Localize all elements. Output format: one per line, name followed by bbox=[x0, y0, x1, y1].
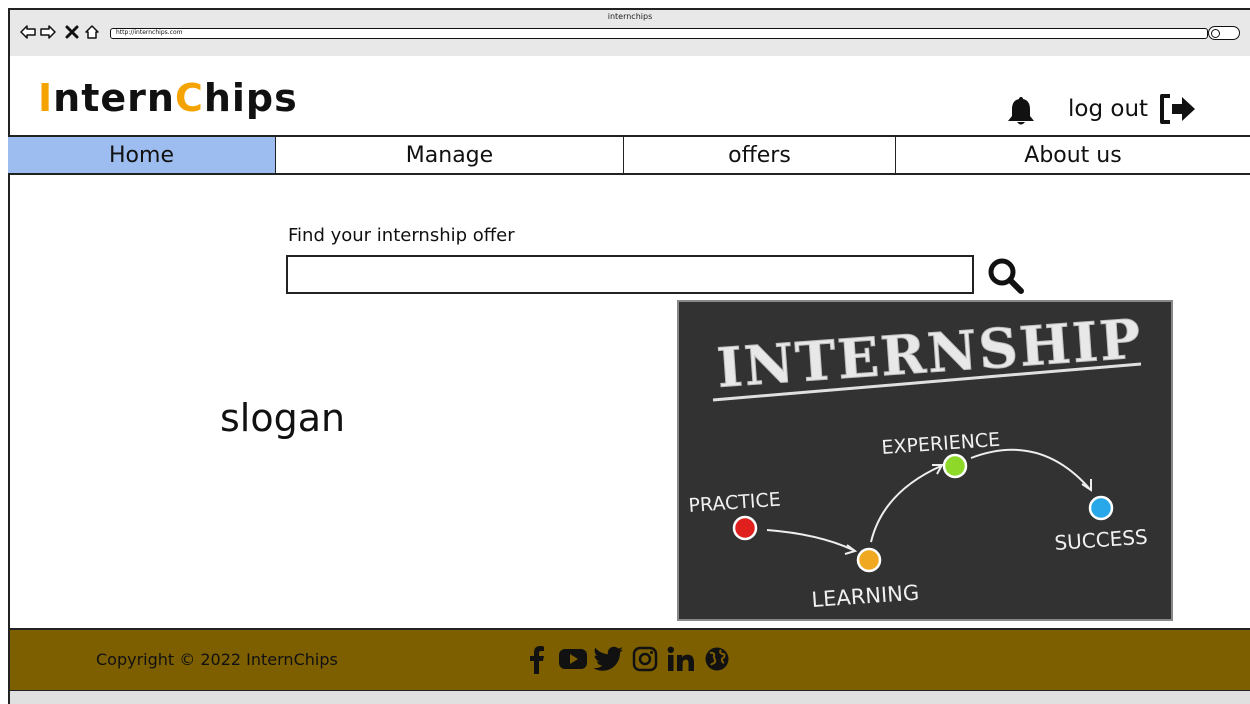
search-icon[interactable] bbox=[986, 256, 1026, 296]
learning-dot bbox=[856, 547, 882, 573]
search-label: Find your internship offer bbox=[288, 225, 515, 246]
linkedin-icon[interactable] bbox=[666, 644, 696, 674]
browser-chrome: internchips http://internchips.com bbox=[8, 8, 1250, 56]
social-links bbox=[522, 644, 732, 674]
brand-logo[interactable]: InternChips bbox=[38, 74, 298, 122]
close-icon[interactable] bbox=[64, 24, 80, 40]
twitter-icon[interactable] bbox=[594, 644, 624, 674]
back-icon[interactable] bbox=[20, 24, 36, 40]
bell-icon[interactable] bbox=[1004, 94, 1038, 128]
url-bar[interactable]: http://internchips.com bbox=[110, 28, 1208, 39]
tab-home[interactable]: Home bbox=[8, 137, 276, 173]
youtube-icon[interactable] bbox=[558, 644, 588, 674]
logout-icon[interactable] bbox=[1158, 93, 1198, 125]
window-title: internchips bbox=[607, 12, 653, 21]
facebook-icon[interactable] bbox=[522, 644, 552, 674]
internship-hero-image: INTERNSHIP PRACTICE LEARNING EXPERIENCE … bbox=[677, 300, 1173, 621]
logout-link[interactable]: log out bbox=[1068, 94, 1148, 124]
logo-rest-1: ntern bbox=[53, 76, 175, 120]
home-icon[interactable] bbox=[84, 24, 100, 40]
logo-initial-i: I bbox=[38, 76, 54, 120]
success-dot bbox=[1088, 495, 1114, 521]
tab-manage[interactable]: Manage bbox=[276, 137, 624, 173]
chalkboard-illustration: INTERNSHIP PRACTICE LEARNING EXPERIENCE … bbox=[679, 302, 1171, 619]
browser-menu-toggle[interactable] bbox=[1208, 26, 1240, 40]
copyright: Copyright © 2022 InternChips bbox=[96, 650, 338, 669]
globe-icon[interactable] bbox=[702, 644, 732, 674]
logo-initial-c: C bbox=[174, 76, 204, 120]
practice-dot bbox=[732, 515, 758, 541]
logo-rest-2: hips bbox=[203, 76, 298, 120]
tab-offers[interactable]: offers bbox=[624, 137, 896, 173]
forward-icon[interactable] bbox=[40, 24, 56, 40]
footer: Copyright © 2022 InternChips bbox=[8, 628, 1250, 690]
slogan: slogan bbox=[220, 396, 346, 440]
main-nav: Home Manage offers About us bbox=[8, 135, 1250, 175]
window-status-bar bbox=[8, 690, 1250, 704]
tab-about-us[interactable]: About us bbox=[896, 137, 1250, 173]
experience-dot bbox=[942, 453, 968, 479]
search-input[interactable] bbox=[286, 255, 974, 294]
instagram-icon[interactable] bbox=[630, 644, 660, 674]
